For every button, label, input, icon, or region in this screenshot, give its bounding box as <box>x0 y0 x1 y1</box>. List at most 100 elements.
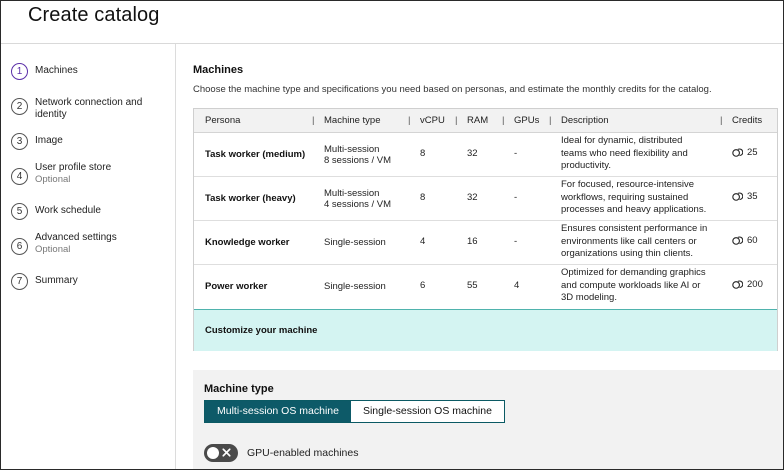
description-line: Ensures consistent performance in <box>561 223 708 234</box>
step-number: 7 <box>11 273 28 290</box>
machine-type: Single-session <box>324 281 386 292</box>
description-line: For focused, resource-intensive <box>561 179 695 190</box>
step-optional-label: Optional <box>35 244 71 255</box>
machine-type-cell: Multi-session 8 sessions / VM <box>324 144 391 166</box>
credits-coin-icon <box>732 280 743 289</box>
persona-name: Power worker <box>205 281 268 292</box>
vcpu-value: 6 <box>420 280 426 291</box>
ram-value: 32 <box>467 192 478 203</box>
step-label: Work schedule <box>35 205 101 216</box>
persona-name: Task worker (heavy) <box>205 193 296 204</box>
step-number: 5 <box>11 203 28 220</box>
table-row[interactable]: Task worker (heavy) Multi-session 4 sess… <box>194 176 777 221</box>
table-header: Persona | Machine type | vCPU | RAM | GP… <box>194 109 777 133</box>
machine-type: Multi-session <box>324 188 380 199</box>
credits-cell: 200 <box>732 279 763 290</box>
step-number: 6 <box>11 238 28 255</box>
machine-type-panel: Machine type Multi-session OS machine Si… <box>193 370 783 469</box>
credits-coin-icon <box>732 236 743 245</box>
description-cell: For focused, resource-intensive workflow… <box>561 179 721 217</box>
machine-type: Single-session <box>324 237 386 248</box>
step-image[interactable]: 3 Image <box>11 133 150 150</box>
wizard-steps-sidebar: 1 Machines 2 Network connection and iden… <box>1 44 176 469</box>
step-optional-label: Optional <box>35 174 71 185</box>
gpu-enabled-toggle[interactable] <box>204 444 238 462</box>
machine-type-cell: Single-session <box>324 281 386 292</box>
credits-value: 35 <box>747 191 758 202</box>
table-row[interactable]: Task worker (medium) Multi-session 8 ses… <box>194 132 777 177</box>
column-separator: | <box>408 115 411 126</box>
toggle-knob <box>207 447 219 459</box>
section-description: Choose the machine type and specificatio… <box>193 84 712 95</box>
gpu-enabled-label: GPU-enabled machines <box>247 447 359 459</box>
column-header-ram: RAM <box>467 115 489 126</box>
step-number: 1 <box>11 63 28 80</box>
persona-name: Task worker (medium) <box>205 149 306 160</box>
section-title: Machines <box>193 64 244 76</box>
column-header-machine-type: Machine type <box>324 115 381 126</box>
persona-name: Knowledge worker <box>205 237 290 248</box>
step-advanced-settings[interactable]: 6 Advanced settings Optional <box>11 232 150 256</box>
step-machines[interactable]: 1 Machines <box>11 63 150 80</box>
gpu-toggle-row: GPU-enabled machines <box>204 444 358 462</box>
step-label: Summary <box>35 275 78 286</box>
ram-value: 32 <box>467 148 478 159</box>
column-header-persona: Persona <box>205 115 241 126</box>
machine-type: Multi-session <box>324 144 380 155</box>
column-header-description: Description <box>561 115 609 126</box>
step-label: Advanced settings <box>35 232 117 243</box>
ram-value: 55 <box>467 280 478 291</box>
step-user-profile-store[interactable]: 4 User profile store Optional <box>11 162 150 186</box>
credits-value: 60 <box>747 235 758 246</box>
credits-cell: 35 <box>732 191 758 202</box>
step-work-schedule[interactable]: 5 Work schedule <box>11 203 150 220</box>
vcpu-value: 4 <box>420 236 426 247</box>
credits-cell: 25 <box>732 147 758 158</box>
column-header-credits: Credits <box>732 115 763 126</box>
vcpu-value: 8 <box>420 192 426 203</box>
description-cell: Ensures consistent performance in enviro… <box>561 223 721 261</box>
step-network-connection[interactable]: 2 Network connection and identity <box>11 97 150 121</box>
step-label: Machines <box>35 65 78 76</box>
column-separator: | <box>502 115 505 126</box>
sessions-per-vm: 8 sessions / VM <box>324 155 392 166</box>
table-row[interactable]: Power worker Single-session 6 55 4 Optim… <box>194 264 777 308</box>
customize-machine-label: Customize your machine <box>205 325 318 336</box>
step-number: 2 <box>11 98 28 115</box>
gpus-value: - <box>514 148 518 159</box>
step-summary[interactable]: 7 Summary <box>11 273 150 290</box>
description-line: environments like call centers or <box>561 235 697 247</box>
description-line: workflows, requiring sustained <box>561 191 689 203</box>
description-line: teams who need flexibility and <box>561 147 688 159</box>
single-session-os-button[interactable]: Single-session OS machine <box>351 401 504 422</box>
credits-coin-icon <box>732 192 743 201</box>
create-catalog-window: Create catalog 1 Machines 2 Network conn… <box>0 0 784 470</box>
credits-value: 25 <box>747 147 758 158</box>
credits-value: 200 <box>747 279 763 290</box>
column-header-gpus: GPUs <box>514 115 540 126</box>
column-separator: | <box>549 115 552 126</box>
table-row[interactable]: Knowledge worker Single-session 4 16 - E… <box>194 220 777 265</box>
customize-machine-row[interactable]: Customize your machine <box>194 309 777 351</box>
gpus-value: - <box>514 236 518 247</box>
vcpu-value: 8 <box>420 148 426 159</box>
step-number: 3 <box>11 133 28 150</box>
description-line: Ideal for dynamic, distributed <box>561 135 683 146</box>
page-title: Create catalog <box>28 4 160 26</box>
gpus-value: - <box>514 192 518 203</box>
step-label: Image <box>35 135 63 146</box>
description-line: 3D modeling. <box>561 292 617 303</box>
description-line: productivity. <box>561 160 611 171</box>
column-separator: | <box>455 115 458 126</box>
ram-value: 16 <box>467 236 478 247</box>
column-separator: | <box>720 115 723 126</box>
sessions-per-vm: 4 sessions / VM <box>324 199 392 210</box>
machine-type-segmented-control: Multi-session OS machine Single-session … <box>204 400 505 423</box>
column-header-vcpu: vCPU <box>420 115 445 126</box>
description-cell: Optimized for demanding graphics and com… <box>561 267 721 305</box>
multi-session-os-button[interactable]: Multi-session OS machine <box>205 401 351 422</box>
step-number: 4 <box>11 168 28 185</box>
machine-type-cell: Single-session <box>324 237 386 248</box>
credits-cell: 60 <box>732 235 758 246</box>
description-line: processes and heavy applications. <box>561 204 707 215</box>
